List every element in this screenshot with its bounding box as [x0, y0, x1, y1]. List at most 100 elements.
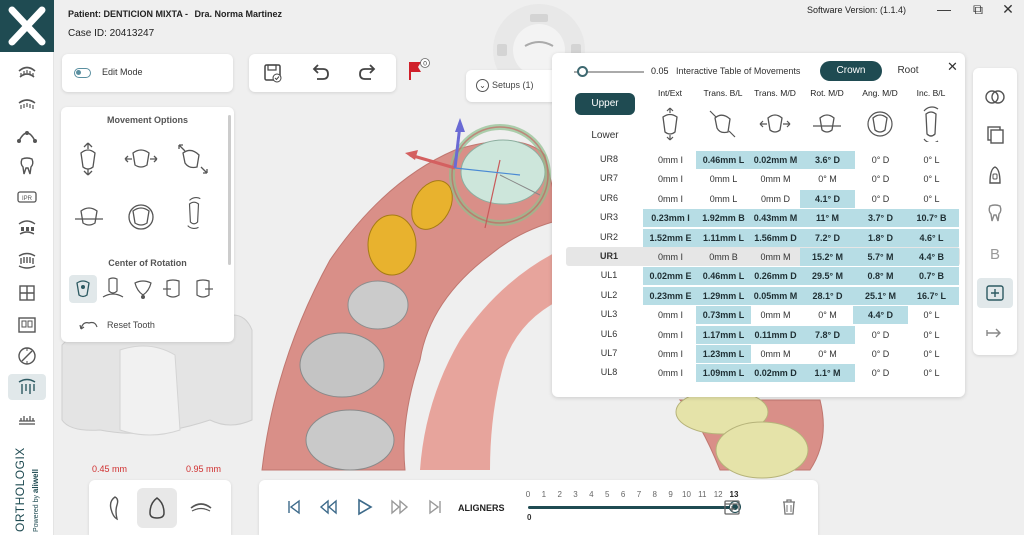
cor-root-icon[interactable]	[99, 275, 127, 303]
overlay-compare-icon[interactable]	[977, 82, 1013, 112]
movement-cell[interactable]: 4.4° B	[904, 248, 959, 266]
undo-icon[interactable]	[309, 63, 331, 83]
curve-edit-icon[interactable]	[8, 122, 46, 148]
movement-cell[interactable]: 1.52mm E	[643, 228, 698, 247]
timeline-track[interactable]	[528, 506, 736, 509]
movement-cell[interactable]: 29.5° M	[800, 267, 855, 286]
setups-dropdown[interactable]: ⌄ Setups (1)	[466, 70, 558, 102]
edit-mode-toggle[interactable]	[74, 68, 91, 78]
movement-cell[interactable]: 15.2° M	[800, 248, 855, 266]
movement-cell[interactable]: 0° L	[904, 170, 959, 188]
stage-number[interactable]: 6	[617, 490, 629, 499]
staging-icon[interactable]	[8, 404, 46, 430]
table-row[interactable]: UL7 0mm I 1.23mm L 0mm M 0° M 0° D 0° L	[566, 344, 960, 363]
reset-tooth-button[interactable]: Reset Tooth	[79, 319, 155, 331]
stage-number[interactable]: 3	[570, 490, 582, 499]
stage-number[interactable]: 7	[633, 490, 645, 499]
movement-cell[interactable]: 0° L	[904, 306, 959, 324]
table-row[interactable]: UR8 0mm I 0.46mm L 0.02mm M 3.6° D 0° D 0° L	[566, 150, 960, 169]
movement-cell[interactable]: 1.11mm L	[696, 228, 751, 247]
skip-to-end-icon[interactable]	[426, 497, 446, 517]
ipr-icon[interactable]: IPR	[8, 184, 46, 210]
translation-md-icon[interactable]	[123, 141, 159, 177]
tooth-library-icon[interactable]	[977, 198, 1013, 228]
table-row[interactable]: UR1 0mm I 0mm B 0mm M 15.2° M 5.7° M 4.4° B	[566, 247, 960, 266]
movement-cell[interactable]: 0.02mm M	[748, 151, 803, 169]
movement-cell[interactable]: 0° D	[853, 364, 908, 382]
full-arch-icon[interactable]	[8, 62, 46, 88]
attachments-icon[interactable]	[8, 215, 46, 241]
upper-arch-button[interactable]: Upper	[575, 93, 635, 115]
movement-cell[interactable]: 0mm M	[748, 306, 803, 324]
movement-cell[interactable]: 0° L	[904, 326, 959, 344]
stage-number[interactable]: 5	[601, 490, 613, 499]
translation-bl-icon[interactable]	[175, 141, 211, 177]
movement-cell[interactable]: 0mm I	[643, 151, 698, 169]
movement-cell[interactable]: 11° M	[800, 209, 855, 228]
movement-cell[interactable]: 0° M	[800, 345, 855, 363]
movement-cell[interactable]: 3.6° D	[800, 151, 855, 169]
save-icon[interactable]	[262, 63, 284, 83]
movement-cell[interactable]: 0.11mm D	[748, 325, 803, 344]
play-icon[interactable]	[354, 497, 374, 517]
close-button[interactable]: ✕	[998, 1, 1018, 18]
cor-crown-icon[interactable]	[69, 275, 97, 303]
stage-number[interactable]: 8	[649, 490, 661, 499]
movement-cell[interactable]: 3.7° D	[853, 209, 908, 228]
tooth-icon[interactable]	[8, 153, 46, 179]
movement-cell[interactable]: 1.17mm L	[696, 325, 751, 344]
stage-number[interactable]: 2	[554, 490, 566, 499]
stage-number[interactable]: 1	[538, 490, 550, 499]
export-icon[interactable]	[977, 318, 1013, 348]
movement-cell[interactable]: 0° L	[904, 345, 959, 363]
grid-icon[interactable]	[8, 280, 46, 306]
cor-apex-icon[interactable]	[129, 275, 157, 303]
crown-toggle[interactable]: Crown	[820, 61, 882, 81]
movement-cell[interactable]: 1.29mm L	[696, 286, 751, 305]
movement-cell[interactable]: 0mm D	[748, 190, 803, 208]
movement-cell[interactable]: 0mm I	[643, 364, 698, 382]
measurement-icon[interactable]	[8, 343, 46, 369]
root-toggle[interactable]: Root	[886, 61, 930, 81]
stage-number[interactable]: 11	[696, 490, 708, 499]
edit-mode-card[interactable]: Edit Mode	[62, 54, 233, 92]
movement-cell[interactable]: 1.09mm L	[696, 364, 751, 383]
delete-icon[interactable]	[779, 497, 799, 517]
movement-cell[interactable]: 1.92mm B	[696, 209, 751, 228]
table-row[interactable]: UL6 0mm I 1.17mm L 0.11mm D 7.8° D 0° D 0° L	[566, 325, 960, 344]
occlusal-view-icon[interactable]	[181, 488, 221, 528]
panel-scrollbar[interactable]	[228, 115, 231, 265]
movement-tool-icon[interactable]	[8, 374, 46, 400]
front-view-icon[interactable]	[137, 488, 177, 528]
movement-cell[interactable]: 7.8° D	[800, 325, 855, 344]
movement-cell[interactable]: 0.26mm D	[748, 267, 803, 286]
fast-forward-icon[interactable]	[390, 497, 410, 517]
movement-cell[interactable]: 1.8° D	[853, 228, 908, 247]
movement-cell[interactable]: 7.2° D	[800, 228, 855, 247]
movement-cell[interactable]: 0.23mm E	[643, 286, 698, 305]
bolton-icon[interactable]: B	[977, 238, 1013, 268]
side-view-icon[interactable]	[95, 488, 135, 528]
redo-icon[interactable]	[357, 63, 379, 83]
movement-cell[interactable]: 0.73mm L	[696, 306, 751, 325]
compare-view-icon[interactable]	[8, 312, 46, 338]
cor-distal-icon[interactable]	[189, 275, 217, 303]
movement-cell[interactable]: 0° M	[800, 306, 855, 324]
movement-cell[interactable]: 0° D	[853, 151, 908, 169]
stage-number[interactable]: 10	[680, 490, 692, 499]
skip-to-start-icon[interactable]	[283, 497, 303, 517]
movement-cell[interactable]: 16.7° L	[904, 286, 959, 305]
movement-cell[interactable]: 0.46mm L	[696, 267, 751, 286]
tip-mesial-icon[interactable]	[71, 199, 107, 235]
movement-cell[interactable]: 0mm M	[748, 248, 803, 266]
aligner-trim-icon[interactable]	[8, 248, 46, 274]
add-aligner-icon[interactable]	[722, 497, 742, 517]
table-row[interactable]: UR6 0mm I 0mm L 0mm D 4.1° D 0° D 0° L	[566, 189, 960, 208]
movement-cell[interactable]: 4.6° L	[904, 228, 959, 247]
movement-cell[interactable]: 28.1° D	[800, 286, 855, 305]
rewind-icon[interactable]	[318, 497, 338, 517]
movement-cell[interactable]: 0° D	[853, 170, 908, 188]
table-row[interactable]: UL8 0mm I 1.09mm L 0.02mm D 1.1° M 0° D 0° L	[566, 363, 960, 383]
attachment-shape-icon[interactable]	[977, 160, 1013, 190]
movement-cell[interactable]: 0.23mm I	[643, 209, 698, 228]
